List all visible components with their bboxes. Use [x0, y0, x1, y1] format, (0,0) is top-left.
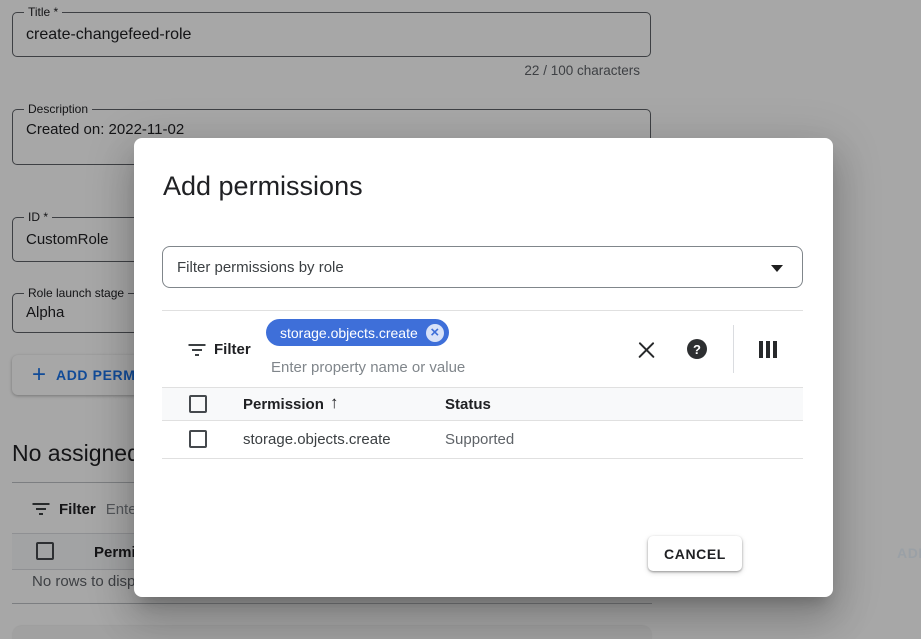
- cell-status: Supported: [445, 431, 514, 448]
- chevron-down-icon: [771, 265, 783, 272]
- chip-remove-icon[interactable]: ×: [426, 324, 444, 342]
- help-icon[interactable]: ?: [687, 339, 707, 359]
- filter-icon: [188, 344, 205, 356]
- column-display-icon[interactable]: [759, 341, 777, 358]
- sort-ascending-icon[interactable]: ↑: [330, 393, 339, 413]
- add-button[interactable]: ADD: [897, 536, 921, 571]
- dialog-title: Add permissions: [163, 171, 363, 202]
- filter-input-placeholder[interactable]: Enter property name or value: [271, 359, 465, 376]
- role-select-value: Filter permissions by role: [177, 259, 344, 276]
- select-all-checkbox[interactable]: [189, 395, 207, 413]
- filter-permissions-by-role-select[interactable]: Filter permissions by role: [162, 246, 803, 288]
- clear-filters-icon[interactable]: [637, 340, 656, 359]
- divider: [162, 310, 803, 311]
- table-row[interactable]: storage.objects.create Supported: [162, 422, 803, 459]
- dialog-table-header: Permission ↑ Status: [162, 387, 803, 421]
- column-header-permission[interactable]: Permission: [243, 396, 324, 413]
- column-header-status[interactable]: Status: [445, 396, 491, 413]
- add-permissions-dialog: Add permissions Filter permissions by ro…: [134, 138, 833, 597]
- row-checkbox[interactable]: [189, 430, 207, 448]
- filter-chip[interactable]: storage.objects.create ×: [266, 319, 449, 346]
- filter-label: Filter: [214, 341, 251, 358]
- dialog-filter-bar: Filter: [188, 341, 251, 358]
- cancel-button[interactable]: CANCEL: [648, 536, 742, 571]
- divider: [733, 325, 734, 373]
- filter-chip-text: storage.objects.create: [280, 325, 418, 341]
- cell-permission: storage.objects.create: [243, 431, 391, 448]
